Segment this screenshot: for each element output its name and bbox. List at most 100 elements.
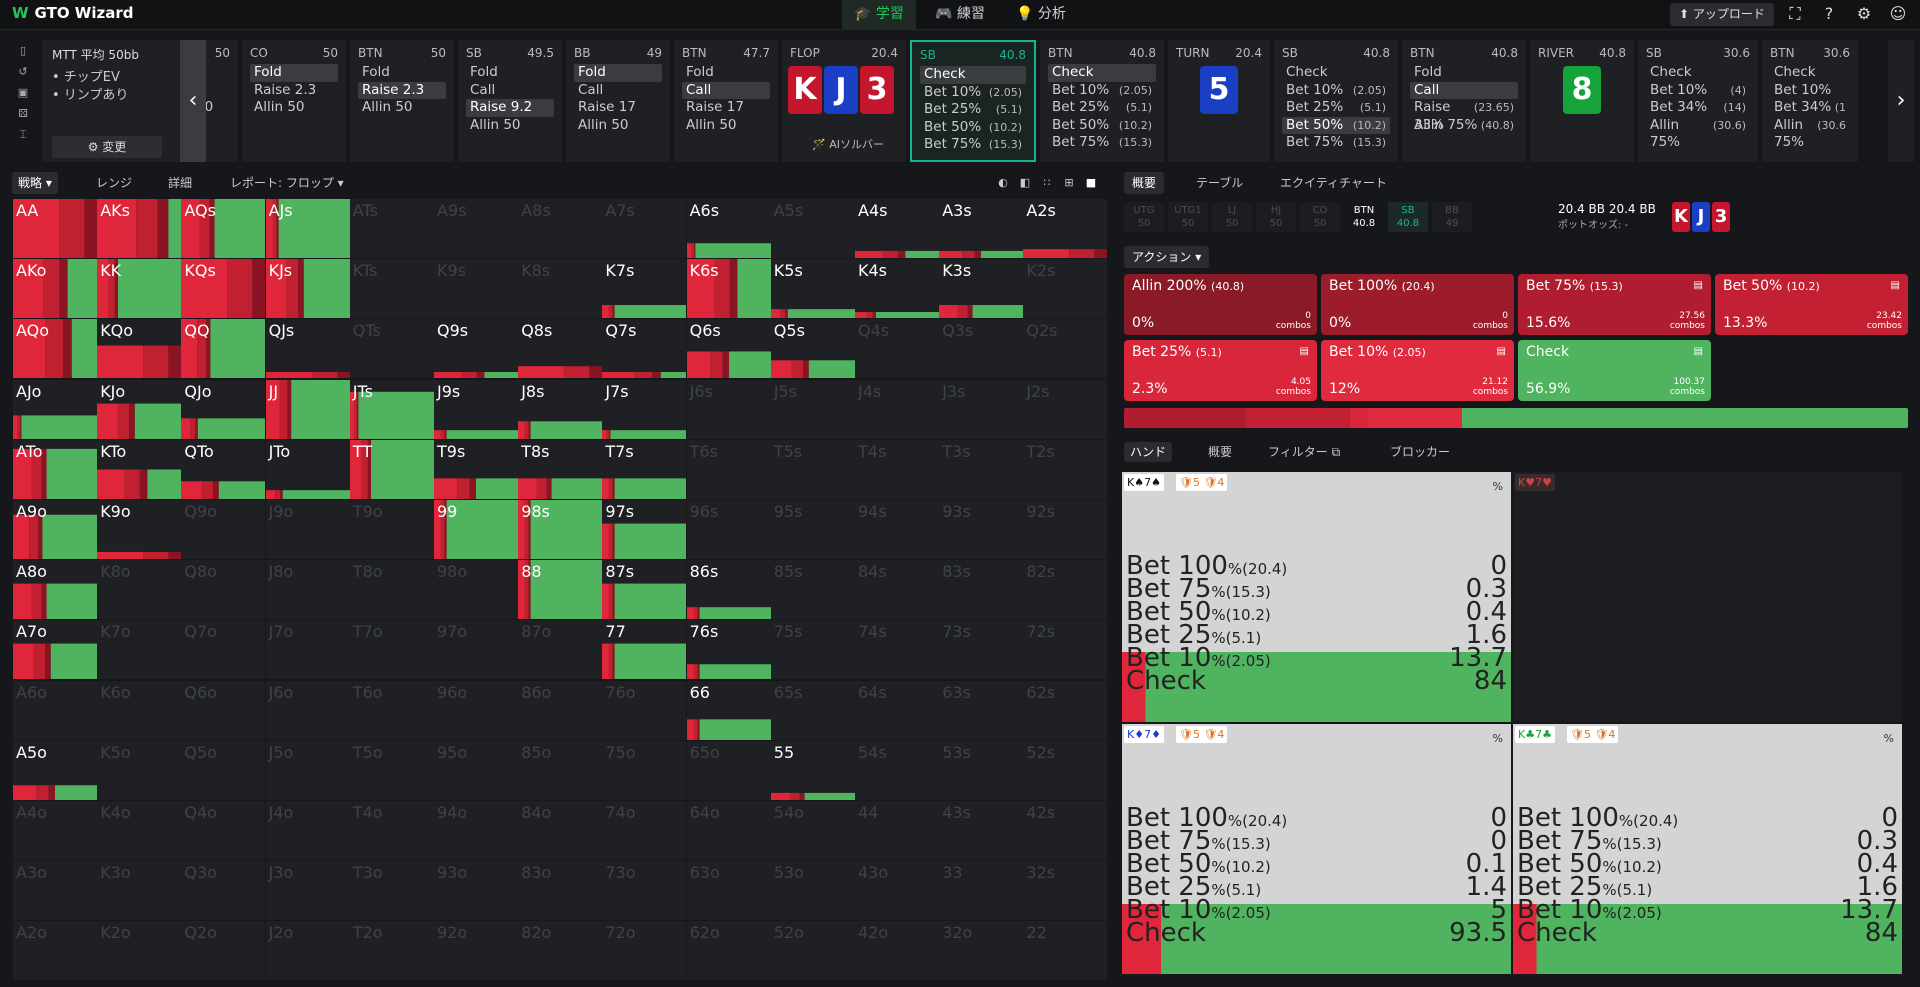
hand-cell[interactable]: Q5s: [770, 319, 855, 379]
node-action[interactable]: Check: [1770, 64, 1850, 82]
tree-node-btn-11[interactable]: BTN 40.8 Fold Call Raise 33% (23.65) Allin 75%…: [1402, 40, 1526, 162]
hand-cell[interactable]: 92o: [434, 921, 518, 981]
hand-cell[interactable]: K6o: [97, 680, 182, 740]
hand-cell[interactable]: 76s: [686, 620, 771, 680]
hand-cell[interactable]: QJs: [265, 319, 350, 379]
hand-cell[interactable]: 42o: [855, 921, 939, 981]
hand-cell[interactable]: A8o: [13, 560, 97, 620]
node-action[interactable]: Bet 50% (10.2): [920, 119, 1026, 137]
tree-node-sb-10[interactable]: SB 40.8 Check Bet 10% (2.05) Bet 25% (5.1) Bet …: [1274, 40, 1398, 162]
nav-study-tab[interactable]: 🎓 学習: [842, 0, 916, 30]
hand-panel[interactable]: K♠7♠ 🛡5 🛡4% Bet 100%(20.4) 0 Bet 75%(15.3) 0.…: [1122, 472, 1511, 722]
node-action[interactable]: Allin 50: [682, 117, 770, 135]
tab-strategy[interactable]: 戦略 ▾: [12, 172, 58, 194]
hand-cell[interactable]: QTo: [181, 439, 266, 499]
position-utg[interactable]: UTG 50: [1124, 202, 1164, 232]
hand-cell[interactable]: 86s: [686, 560, 771, 620]
view-grid-icon[interactable]: ⊞: [1060, 174, 1078, 192]
hand-cell[interactable]: 84o: [518, 801, 603, 860]
node-action[interactable]: Bet 10% (2.05): [1048, 82, 1156, 100]
notes-icon[interactable]: ▤: [1891, 280, 1900, 291]
hand-cell[interactable]: 93s: [939, 500, 1024, 559]
node-action[interactable]: Allin 75% (40.8): [1410, 117, 1518, 135]
hand-cell[interactable]: K7s: [602, 259, 687, 319]
hand-cell[interactable]: KTo: [97, 439, 182, 499]
hand-cell[interactable]: J2o: [265, 921, 350, 981]
hand-cell[interactable]: A5s: [770, 199, 855, 258]
hand-cell[interactable]: T3o: [349, 861, 434, 921]
node-action[interactable]: Bet 10%: [1770, 82, 1850, 100]
node-action[interactable]: Allin 50: [466, 117, 554, 135]
hand-cell[interactable]: 82o: [518, 921, 603, 981]
hand-cell[interactable]: KTs: [349, 259, 434, 319]
hand-cell[interactable]: 97o: [434, 620, 518, 680]
hand-cell[interactable]: K2o: [97, 921, 182, 981]
hand-cell[interactable]: 83s: [939, 560, 1024, 620]
hand-cell[interactable]: Q5o: [181, 740, 266, 800]
hand-cell[interactable]: AQs: [181, 199, 266, 258]
hand-cell[interactable]: A5o: [13, 740, 97, 800]
hand-cell[interactable]: 72o: [602, 921, 687, 981]
hand-cell[interactable]: 62s: [1023, 680, 1108, 740]
hand-cell[interactable]: Q2o: [181, 921, 266, 981]
hand-cell[interactable]: 73s: [939, 620, 1024, 680]
node-action[interactable]: Raise 17: [574, 99, 662, 117]
hand-cell[interactable]: 87s: [602, 560, 687, 620]
action-box[interactable]: Bet 25% (5.1) 2.3% 4.05 combos ▤: [1124, 340, 1317, 401]
hand-cell[interactable]: Q8o: [181, 560, 266, 620]
tree-node-sb-3[interactable]: SB 49.5 Fold Call Raise 9.2 Allin 50: [458, 40, 562, 162]
hand-cell[interactable]: T2o: [349, 921, 434, 981]
node-action[interactable]: Allin 50: [574, 117, 662, 135]
hand-cell[interactable]: J6s: [686, 379, 771, 439]
hand-cell[interactable]: Q8s: [518, 319, 603, 379]
node-action[interactable]: Allin 50: [358, 99, 446, 117]
hand-cell[interactable]: 75o: [602, 740, 687, 800]
hand-cell[interactable]: T6s: [686, 439, 771, 499]
hand-cell[interactable]: Q4o: [181, 801, 266, 860]
hand-cell[interactable]: 92s: [1023, 500, 1108, 559]
position-btn[interactable]: BTN 40.8: [1344, 202, 1384, 232]
hand-cell[interactable]: K8s: [518, 259, 603, 319]
hand-cell[interactable]: K6s: [686, 259, 771, 319]
hand-cell[interactable]: A7s: [602, 199, 687, 258]
ai-solver-link[interactable]: 🪄 AIソルバー: [812, 136, 884, 152]
hand-cell[interactable]: 42s: [1023, 801, 1108, 860]
hand-cell[interactable]: 82s: [1023, 560, 1108, 620]
tab-range[interactable]: レンジ: [90, 172, 138, 194]
hand-cell[interactable]: 43o: [855, 861, 939, 921]
position-sb[interactable]: SB 40.8: [1388, 202, 1428, 232]
hand-cell[interactable]: Q6o: [181, 680, 266, 740]
node-action[interactable]: Bet 25% (5.1): [1282, 99, 1390, 117]
hand-cell[interactable]: A4s: [855, 199, 939, 258]
hand-cell[interactable]: Q4s: [855, 319, 939, 379]
hand-cell[interactable]: A3o: [13, 861, 97, 921]
node-action[interactable]: Bet 25% (5.1): [920, 101, 1026, 119]
hand-cell[interactable]: 83o: [518, 861, 603, 921]
hand-cell[interactable]: J9o: [265, 500, 350, 559]
hand-cell[interactable]: J5o: [265, 740, 350, 800]
hand-cell[interactable]: 95s: [770, 500, 855, 559]
node-action[interactable]: Call: [466, 82, 554, 100]
history-icon[interactable]: ↺: [12, 65, 34, 86]
view-full-icon[interactable]: ■: [1082, 174, 1100, 192]
hand-cell[interactable]: JTo: [265, 439, 350, 499]
hand-cell[interactable]: A6o: [13, 680, 97, 740]
hand-cell[interactable]: A7o: [13, 620, 97, 680]
hand-cell[interactable]: 64s: [855, 680, 939, 740]
node-action[interactable]: Fold: [466, 64, 554, 82]
node-action[interactable]: Fold: [574, 64, 662, 82]
hand-cell[interactable]: 52s: [1023, 740, 1108, 800]
nav-practice-tab[interactable]: 🎮 練習: [923, 0, 997, 30]
hand-cell[interactable]: 96o: [434, 680, 518, 740]
hand-cell[interactable]: 85o: [518, 740, 603, 800]
tree-node-btn-8[interactable]: BTN 40.8 Check Bet 10% (2.05) Bet 25% (5.1) Bet…: [1040, 40, 1164, 162]
tree-node-btn-2[interactable]: BTN 50 Fold Raise 2.3 Allin 50: [350, 40, 454, 162]
hand-cell[interactable]: J6o: [265, 680, 350, 740]
hand-cell[interactable]: 93o: [434, 861, 518, 921]
tab-summary[interactable]: 概要: [1202, 442, 1238, 462]
node-action[interactable]: Bet 10% (2.05): [1282, 82, 1390, 100]
node-action[interactable]: Fold: [682, 64, 770, 82]
tree-prev-arrow-icon[interactable]: ‹: [180, 40, 206, 162]
hand-cell[interactable]: K9o: [97, 500, 182, 559]
action-box[interactable]: Bet 100% (20.4) 0% 0 combos: [1321, 274, 1514, 335]
